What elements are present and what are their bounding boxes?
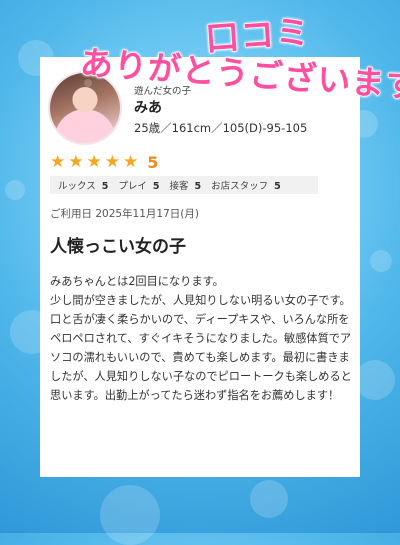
category-looks: ルックス 5 — [58, 181, 109, 192]
category-ratings: ルックス 5 プレイ 5 接客 5 お店スタッフ 5 — [50, 176, 318, 194]
review-body: みあちゃんとは2回目になります。 少し間が空きましたが、人見知りしない明るい女の… — [50, 275, 352, 402]
bokeh-light — [250, 480, 288, 518]
star-icon: ★ — [123, 152, 139, 172]
rating-score: 5 — [147, 153, 159, 172]
girl-name: みあ — [134, 100, 162, 116]
star-icon: ★ — [50, 152, 66, 172]
visit-date: ご利用日 2025年11月17日(月) — [50, 208, 199, 220]
category-play: プレイ 5 — [118, 181, 160, 192]
category-service: 接客 5 — [169, 181, 202, 192]
category-staff: お店スタッフ 5 — [211, 181, 281, 192]
review-card: 遊んだ女の子 みあ 25歳／161cm／105(D)-95-105 ★ ★ ★ … — [40, 57, 360, 477]
bokeh-light — [370, 250, 392, 272]
star-icon: ★ — [104, 152, 120, 172]
profile-stats: 25歳／161cm／105(D)-95-105 — [134, 121, 308, 135]
bokeh-light — [5, 180, 25, 200]
star-icon: ★ — [86, 152, 102, 172]
bokeh-light — [355, 360, 395, 400]
star-rating: ★ ★ ★ ★ ★ 5 — [50, 153, 158, 172]
bokeh-light — [100, 485, 160, 545]
review-title: 人懐っこい女の子 — [50, 237, 186, 257]
star-icon: ★ — [68, 152, 84, 172]
